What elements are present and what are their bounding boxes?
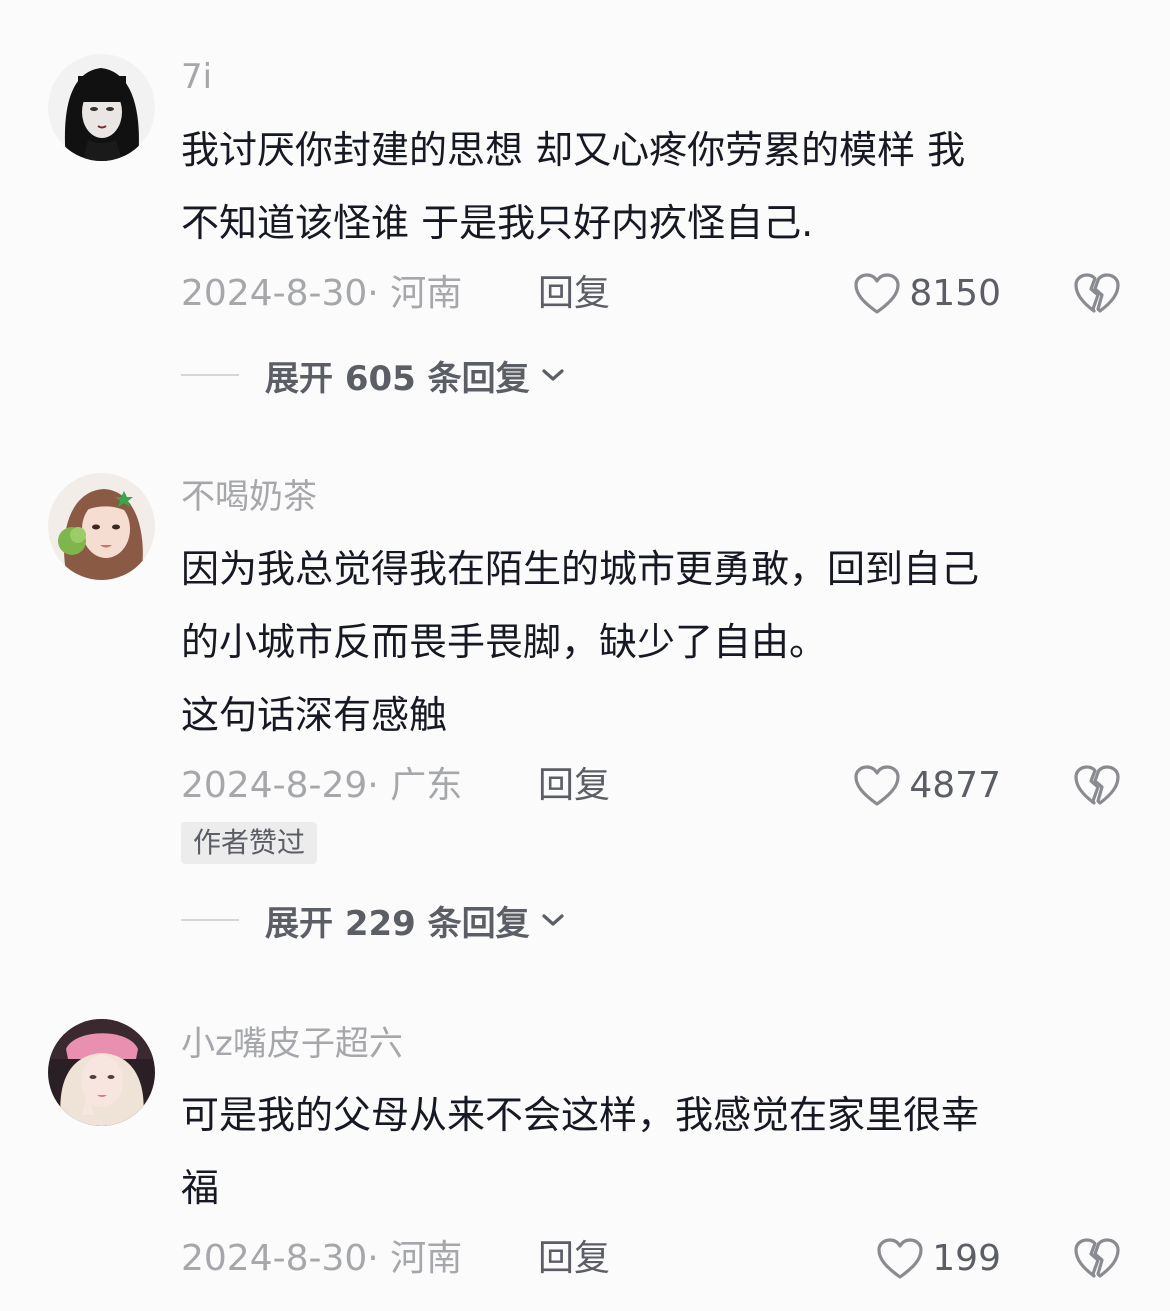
- dislike-button[interactable]: [1073, 271, 1121, 331]
- heart-outline-icon: [877, 1238, 923, 1279]
- comment-text-line: 可是我的父母从来不会这样，我感觉在家里很幸: [181, 1093, 980, 1137]
- expand-replies-button[interactable]: 展开 605 条回复: [181, 350, 566, 400]
- avatar[interactable]: [48, 473, 155, 580]
- broken-heart-icon: [1074, 765, 1120, 805]
- broken-heart-icon: [1074, 1238, 1120, 1278]
- dislike-button[interactable]: [1073, 763, 1121, 823]
- like-count: 4877: [909, 765, 1001, 806]
- like-button[interactable]: 199: [876, 1234, 1001, 1284]
- reply-button[interactable]: 回复: [538, 761, 610, 811]
- comment-date-location: 2024-8-30· 河南: [181, 273, 463, 314]
- comment-text: 我讨厌你封建的思想 却又心疼你劳累的模样 我 不知道该怪谁 于是我只好内疚怪自己…: [181, 114, 1121, 260]
- expand-replies-label: 展开 229 条回复: [265, 903, 530, 944]
- chevron-down-icon: [542, 369, 564, 381]
- reply-button[interactable]: 回复: [538, 269, 610, 319]
- reply-button[interactable]: 回复: [538, 1234, 610, 1284]
- like-button[interactable]: 8150: [853, 269, 1001, 319]
- comment-text-line: 我讨厌你封建的思想 却又心疼你劳累的模样 我: [181, 128, 966, 172]
- dislike-button[interactable]: [1073, 1236, 1121, 1296]
- divider: [181, 374, 239, 376]
- heart-outline-icon: [854, 273, 900, 314]
- comment-text-line: 不知道该怪谁 于是我只好内疚怪自己.: [181, 201, 814, 245]
- comment-text: 因为我总觉得我在陌生的城市更勇敢，回到自己 的小城市反而畏手畏脚，缺少了自由。 …: [181, 533, 1121, 752]
- like-count: 199: [932, 1238, 1001, 1279]
- comment-text-line: 这句话深有感触: [181, 693, 448, 737]
- comment-text-line: 福: [181, 1166, 220, 1210]
- chevron-down-icon: [542, 914, 564, 926]
- comment-meta: 2024-8-29· 广东 回复 4877: [181, 761, 1121, 811]
- comment-username[interactable]: 不喝奶茶: [181, 475, 317, 519]
- expand-replies-button[interactable]: 展开 229 条回复: [181, 895, 566, 945]
- comment-username[interactable]: 小z嘴皮子超六: [181, 1022, 403, 1066]
- like-button[interactable]: 4877: [853, 761, 1001, 811]
- comment-text-line: 的小城市反而畏手畏脚，缺少了自由。: [181, 620, 828, 664]
- expand-replies-label: 展开 605 条回复: [265, 358, 530, 399]
- like-count: 8150: [909, 273, 1001, 314]
- author-liked-badge: 作者赞过: [181, 822, 318, 864]
- comment-text: 可是我的父母从来不会这样，我感觉在家里很幸 福: [181, 1079, 1121, 1225]
- broken-heart-icon: [1074, 273, 1120, 313]
- comment-username[interactable]: 7i: [181, 55, 212, 99]
- comment-date-location: 2024-8-29· 广东: [181, 765, 463, 806]
- avatar[interactable]: [48, 54, 155, 161]
- comment-text-line: 因为我总觉得我在陌生的城市更勇敢，回到自己: [181, 547, 980, 591]
- comment-meta: 2024-8-30· 河南 回复 199: [181, 1234, 1121, 1284]
- avatar[interactable]: [48, 1019, 155, 1126]
- divider: [181, 919, 239, 921]
- comment-meta: 2024-8-30· 河南 回复 8150: [181, 269, 1121, 319]
- comment-date-location: 2024-8-30· 河南: [181, 1238, 463, 1279]
- heart-outline-icon: [854, 765, 900, 806]
